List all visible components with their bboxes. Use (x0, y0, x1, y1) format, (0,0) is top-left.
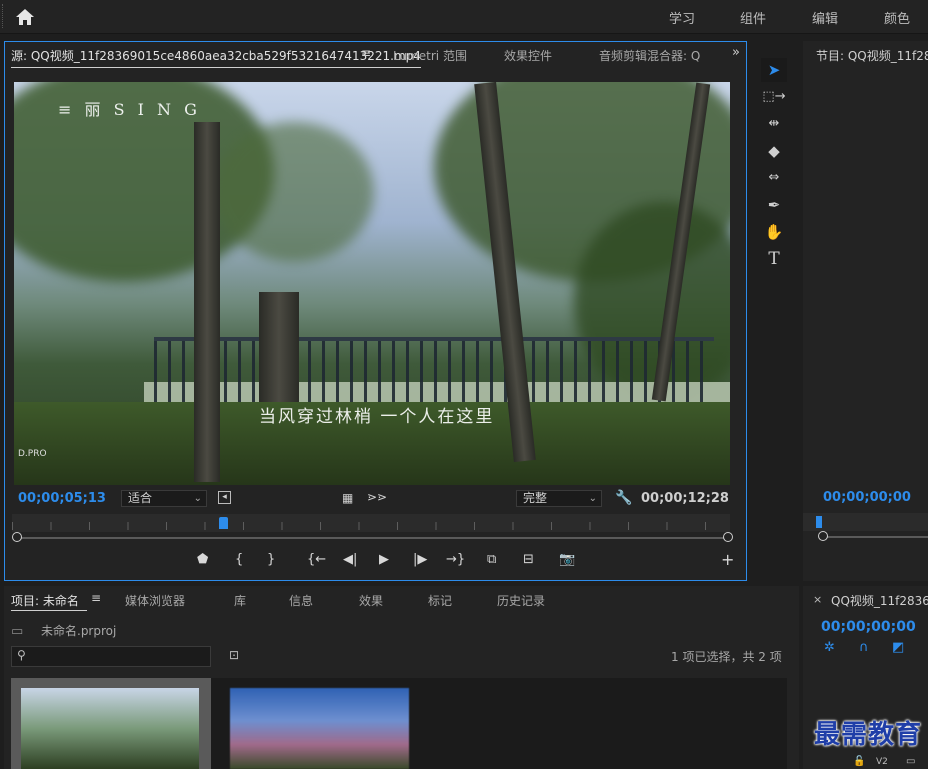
workspace-bar: 学习 组件 编辑 颜色 (0, 0, 928, 34)
zoom-select[interactable]: 适合 ⌄ (121, 490, 207, 507)
program-title[interactable]: 节目: QQ视频_11f28 (816, 47, 928, 64)
source-controls-row: 00;00;05;13 适合 ⌄ ◂ ▦ ⋗⋗ 完整 ⌄ 🔧 00;00;12;28 (5, 488, 746, 510)
video-overlay-title: ≡ 丽 S I N G (58, 100, 201, 119)
tools-panel: ➤ ⬚→ ⇹ ◆ ⇔ ✒ ✋ T (755, 54, 793, 274)
chevron-down-icon: ⌄ (588, 493, 597, 504)
home-icon[interactable] (14, 7, 36, 27)
timeline-tab[interactable]: QQ视频_11f28369 (831, 592, 928, 609)
current-timecode[interactable]: 00;00;05;13 (18, 491, 106, 506)
tab-media-browser[interactable]: 媒体浏览器 (125, 592, 185, 609)
workspace-learn[interactable]: 学习 (669, 8, 695, 27)
program-zoom-scrollbar[interactable] (827, 536, 928, 538)
source-tabs: 源: QQ视频_11f28369015ce4860aea32cba529f532… (5, 42, 746, 68)
mark-out-icon[interactable]: } (267, 552, 275, 567)
step-back-icon[interactable]: ◀| (343, 552, 357, 567)
tab-info[interactable]: 信息 (289, 592, 313, 609)
ripple-edit-tool-icon[interactable]: ⇹ (761, 112, 787, 136)
workspace-editing[interactable]: 编辑 (812, 8, 838, 27)
razor-tool-icon[interactable]: ◆ (761, 139, 787, 163)
program-zoom-handle[interactable] (818, 531, 828, 541)
panel-grip[interactable] (2, 4, 5, 28)
workspace-color[interactable]: 颜色 (884, 8, 910, 27)
drag-video-audio-icon[interactable]: ⋗⋗ (367, 490, 387, 504)
tab-effect-controls[interactable]: 效果控件 (504, 47, 552, 64)
transport-controls: ⬟ { } {← ◀| ▶ |▶ →} ⧉ ⊟ 📷 + (5, 550, 746, 574)
project-menu-icon[interactable]: ≡ (91, 591, 101, 605)
mark-in-icon[interactable]: { (235, 552, 243, 567)
timeline-timecode[interactable]: 00;00;00;00 (821, 619, 916, 635)
project-items-grid (11, 678, 787, 769)
add-button-icon[interactable]: + (721, 550, 734, 569)
snap-magnet-icon[interactable]: ∩ (859, 640, 869, 655)
play-icon[interactable]: ▶ (379, 552, 389, 567)
zoom-scrollbar[interactable] (17, 537, 729, 539)
source-time-ruler[interactable] (12, 514, 730, 532)
overflow-chevron-icon[interactable]: » (732, 45, 740, 60)
zoom-handle-left[interactable] (12, 532, 22, 542)
add-marker-icon[interactable]: ⬟ (197, 552, 208, 567)
nest-sequence-icon[interactable]: ✲ (824, 640, 835, 655)
project-file-name: 未命名.prproj (41, 624, 117, 638)
slip-tool-icon[interactable]: ⇔ (761, 166, 787, 190)
workspace-assembly[interactable]: 组件 (740, 8, 766, 27)
source-video-frame[interactable]: ≡ 丽 S I N G 当风穿过林梢 一个人在这里 D.PRO (14, 82, 730, 485)
playback-resolution-select[interactable]: 完整 ⌄ (516, 490, 602, 507)
lock-icon[interactable]: 🔓 (853, 756, 865, 767)
source-monitor-panel: 源: QQ视频_11f28369015ce4860aea32cba529f532… (4, 41, 747, 581)
search-icon: ⚲ (17, 648, 26, 662)
safe-margins-icon[interactable]: ▦ (342, 491, 353, 505)
tab-source[interactable]: 源: QQ视频_11f28369015ce4860aea32cba529f532… (11, 47, 421, 68)
program-playhead[interactable] (816, 516, 822, 528)
tab-project[interactable]: 项目: 未命名 (11, 592, 79, 609)
zoom-handle-right[interactable] (723, 532, 733, 542)
camera-icon[interactable]: 📷 (559, 552, 575, 567)
selection-status: 1 项已选择，共 2 项 (671, 650, 782, 664)
source-playhead[interactable] (219, 517, 228, 529)
project-item[interactable] (230, 688, 409, 769)
type-tool-icon[interactable]: T (761, 247, 787, 271)
hand-tool-icon[interactable]: ✋ (761, 220, 787, 244)
video-corner-logo: D.PRO (18, 449, 47, 459)
watermark-text: 最需教育 (813, 720, 922, 750)
step-forward-icon[interactable]: |▶ (413, 552, 427, 567)
go-to-in-icon[interactable]: {← (307, 552, 326, 567)
insert-icon[interactable]: ⧉ (487, 552, 496, 567)
linked-selection-icon[interactable]: ◩ (892, 640, 904, 655)
clip-export-icon[interactable]: ◂ (218, 491, 231, 504)
track-output-icon[interactable]: ▭ (906, 756, 915, 767)
track-select-tool-icon[interactable]: ⬚→ (761, 85, 787, 109)
tab-audio-clip-mixer[interactable]: 音频剪辑混合器: Q (599, 47, 700, 64)
tab-effects[interactable]: 效果 (359, 592, 383, 609)
active-tab-underline (11, 610, 87, 611)
track-label-v2[interactable]: V2 (876, 757, 888, 767)
program-timecode[interactable]: 00;00;00;00 (823, 490, 911, 505)
project-item-selected[interactable] (11, 678, 211, 769)
project-search-input[interactable]: ⚲ (11, 646, 211, 667)
overwrite-icon[interactable]: ⊟ (523, 552, 534, 567)
chevron-down-icon: ⌄ (193, 493, 202, 504)
tab-markers[interactable]: 标记 (428, 592, 452, 609)
program-monitor-panel: 节目: QQ视频_11f28 00;00;00;00 (803, 41, 928, 581)
tab-history[interactable]: 历史记录 (497, 592, 545, 609)
panel-menu-icon[interactable]: ≡ (361, 46, 371, 60)
video-subtitle: 当风穿过林梢 一个人在这里 (259, 407, 495, 427)
clip-thumbnail (21, 688, 199, 769)
project-folder-icon: ▭ (11, 624, 24, 639)
selection-tool-icon[interactable]: ➤ (761, 58, 787, 82)
duration-timecode: 00;00;12;28 (641, 491, 729, 506)
project-panel: 项目: 未命名 ≡ 媒体浏览器 库 信息 效果 标记 历史记录 ▭ 未命名.pr… (4, 586, 799, 769)
go-to-out-icon[interactable]: →} (446, 552, 465, 567)
pen-tool-icon[interactable]: ✒ (761, 193, 787, 217)
close-icon[interactable]: × (813, 593, 822, 606)
new-search-bin-icon[interactable]: ⊡ (229, 648, 239, 662)
tab-lumetri-scopes[interactable]: Lumetri 范围 (393, 47, 467, 64)
wrench-icon[interactable]: 🔧 (615, 490, 632, 506)
tab-libraries[interactable]: 库 (234, 592, 246, 609)
